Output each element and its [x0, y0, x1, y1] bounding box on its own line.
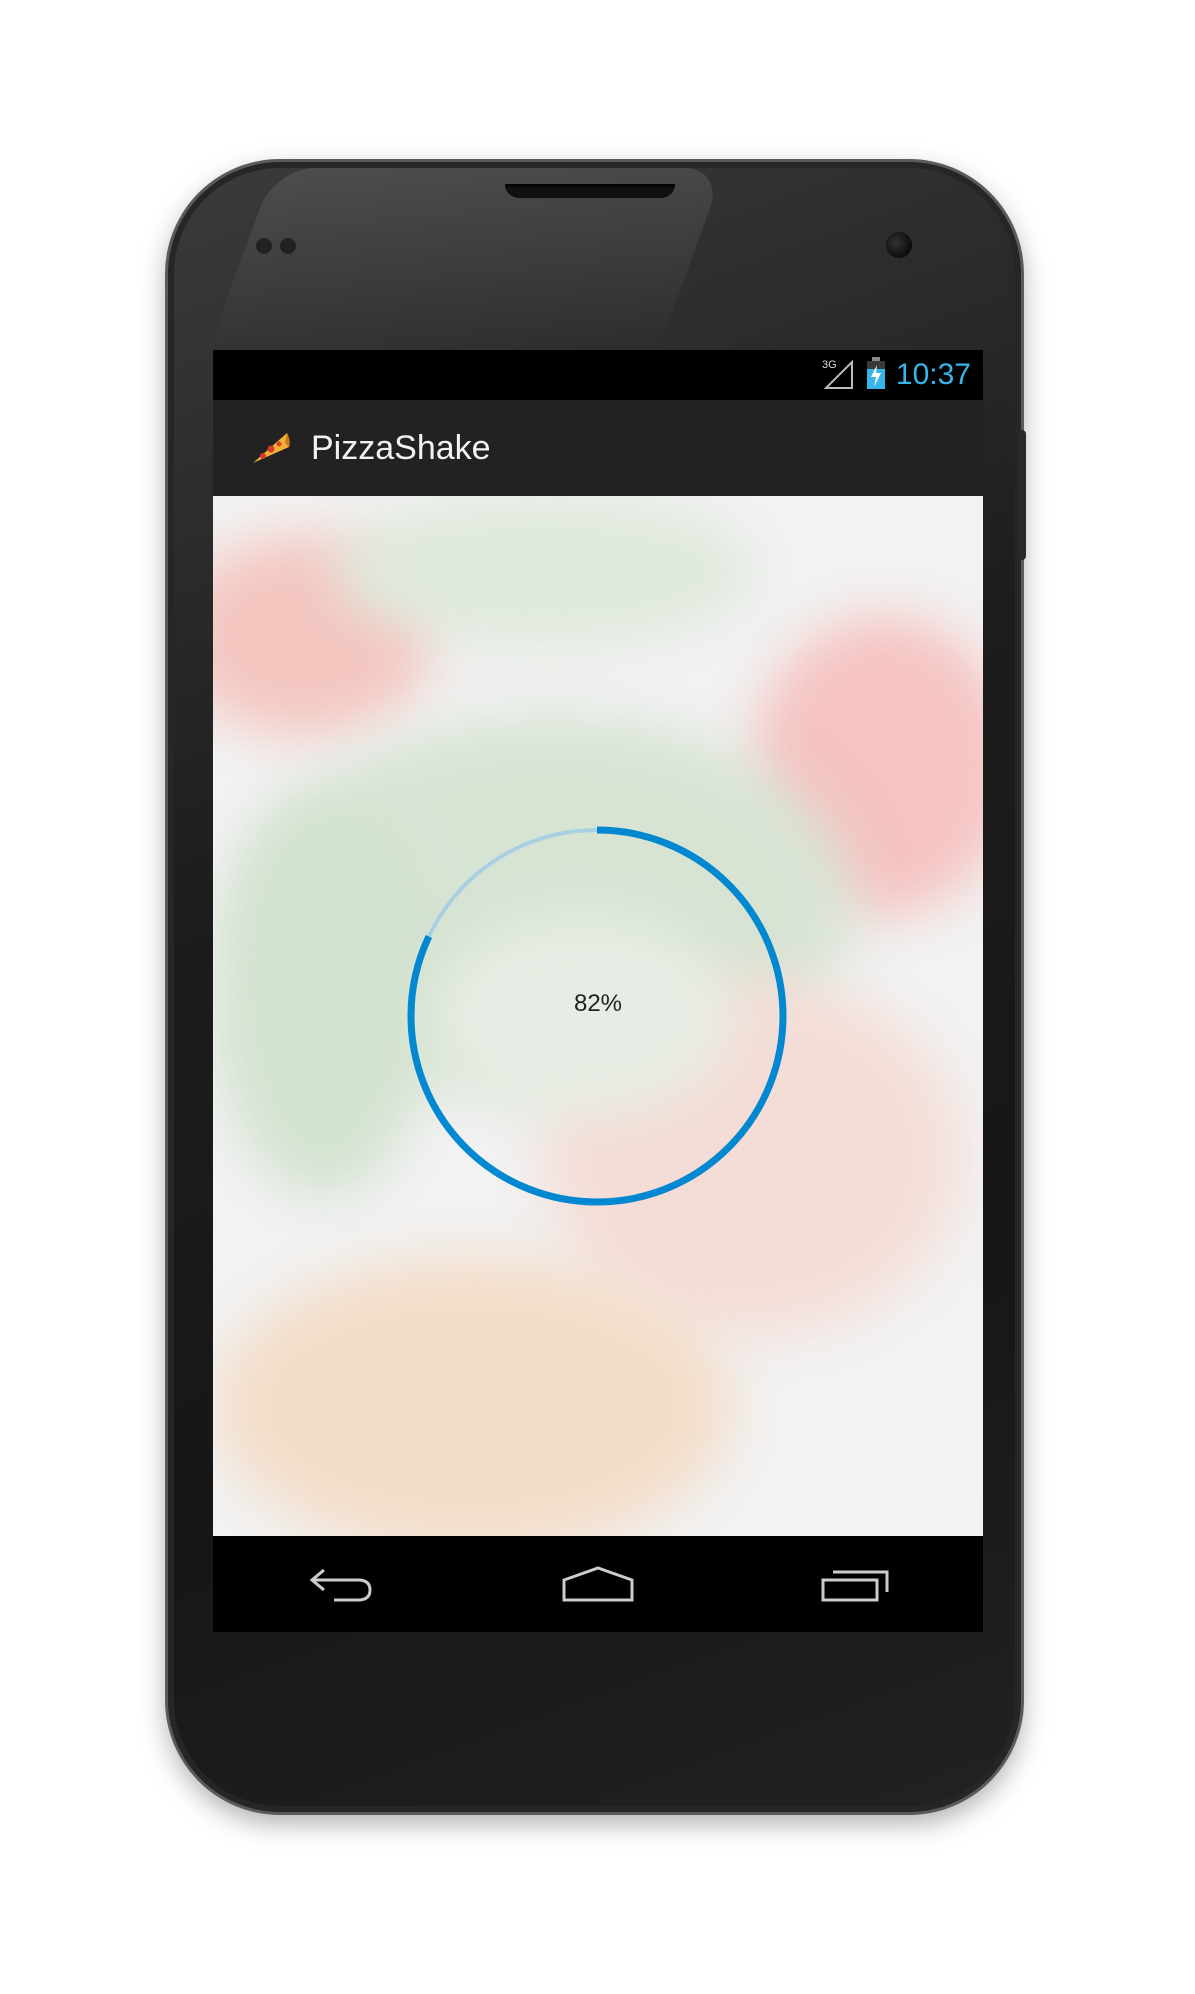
status-bar: 3G 10:37: [213, 350, 983, 400]
progress-percentage: 82%: [573, 990, 623, 1017]
battery-charging-icon: [866, 357, 886, 393]
screen: 3G 10:37 PizzaShake 82%: [213, 350, 983, 1632]
signal-icon: 3G: [822, 356, 856, 394]
main-content: 82%: [213, 496, 983, 1536]
network-type-label: 3G: [822, 359, 837, 371]
front-camera: [886, 232, 912, 258]
proximity-sensors: [256, 238, 316, 254]
pizza-slice-icon[interactable]: [249, 427, 291, 469]
navigation-bar: [213, 1536, 983, 1632]
earpiece-speaker: [505, 184, 675, 198]
recent-apps-icon[interactable]: [795, 1544, 915, 1624]
status-clock: 10:37: [895, 358, 971, 391]
app-title: PizzaShake: [311, 428, 491, 467]
action-bar: PizzaShake: [213, 400, 983, 496]
power-button[interactable]: [1018, 430, 1026, 560]
back-icon[interactable]: [281, 1544, 401, 1624]
home-icon[interactable]: [538, 1544, 658, 1624]
